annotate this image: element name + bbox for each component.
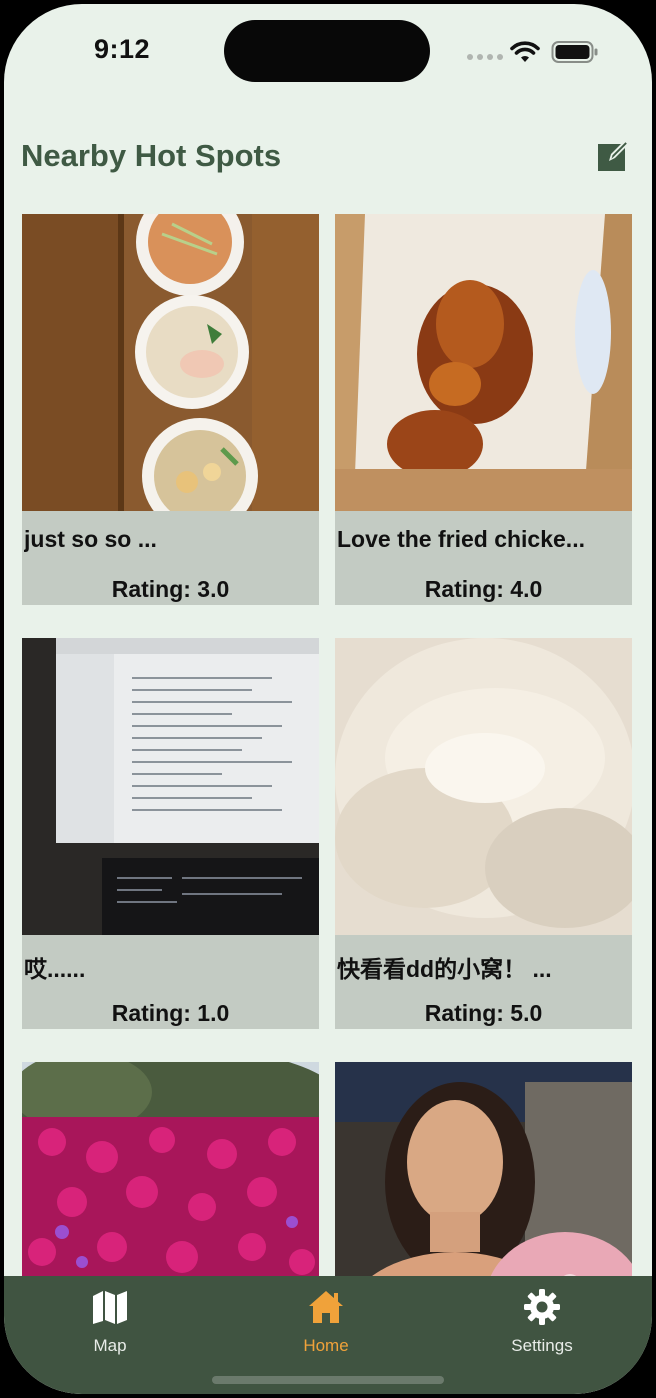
gear-icon bbox=[524, 1289, 560, 1325]
post-photo bbox=[22, 638, 319, 935]
post-card[interactable]: 快看看dd的小窝！ ... Rating: 5.0 bbox=[335, 638, 632, 1029]
phone-frame: 9:12 Nearby Hot Spots just so so ... Rat… bbox=[0, 0, 656, 1398]
status-time: 9:12 bbox=[94, 34, 151, 64]
tab-label: Settings bbox=[511, 1336, 573, 1355]
tab-map[interactable]: Map bbox=[50, 1288, 170, 1368]
post-card[interactable]: Love the fried chicke... Rating: 4.0 bbox=[335, 214, 632, 605]
post-caption: Love the fried chicke... bbox=[337, 526, 585, 552]
compose-icon bbox=[598, 139, 630, 171]
post-photo bbox=[22, 214, 319, 511]
compose-button[interactable] bbox=[596, 137, 632, 173]
post-rating: Rating: 3.0 bbox=[111, 576, 230, 602]
tab-label: Home bbox=[303, 1336, 349, 1355]
post-caption: 哎...... bbox=[24, 956, 86, 982]
post-rating: Rating: 4.0 bbox=[424, 576, 543, 602]
dynamic-island bbox=[224, 20, 430, 82]
page-title: Nearby Hot Spots bbox=[21, 138, 282, 173]
tab-label: Map bbox=[93, 1336, 127, 1355]
map-icon bbox=[93, 1291, 127, 1324]
wifi-icon bbox=[510, 41, 540, 62]
battery-icon bbox=[551, 41, 598, 63]
post-card[interactable]: just so so ... Rating: 3.0 bbox=[22, 214, 319, 605]
post-photo bbox=[335, 214, 632, 511]
post-card[interactable]: 哎...... Rating: 1.0 bbox=[22, 638, 319, 1029]
cellular-signal-icon bbox=[467, 54, 503, 60]
post-photo bbox=[335, 638, 632, 935]
tab-settings[interactable]: Settings bbox=[482, 1288, 602, 1368]
home-indicator[interactable] bbox=[212, 1376, 444, 1384]
post-caption: 快看看dd的小窝！ ... bbox=[337, 956, 552, 982]
tab-home[interactable]: Home bbox=[266, 1288, 386, 1368]
house-icon bbox=[309, 1291, 343, 1323]
post-caption: just so so ... bbox=[24, 526, 157, 552]
app-screen: 9:12 Nearby Hot Spots just so so ... Rat… bbox=[4, 4, 652, 1394]
post-rating: Rating: 5.0 bbox=[424, 1000, 543, 1026]
post-rating: Rating: 1.0 bbox=[111, 1000, 230, 1026]
